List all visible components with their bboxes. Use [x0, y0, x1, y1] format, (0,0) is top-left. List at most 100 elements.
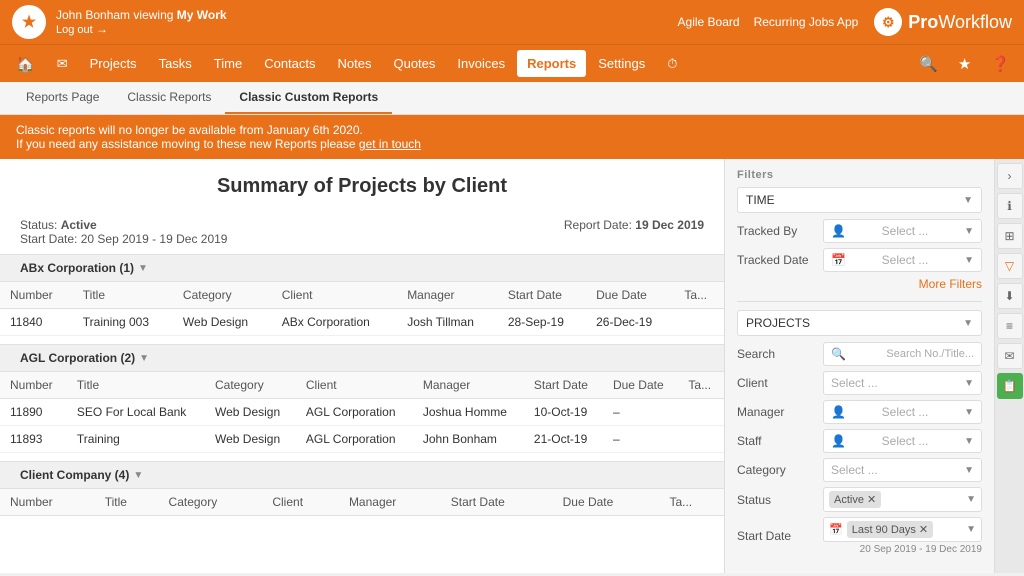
status-chevron: ▼ [966, 494, 976, 505]
staff-placeholder: Select ... [882, 434, 929, 448]
far-right-panel: › ℹ ⊞ ▽ ⬇ ≡ ✉ 📋 [994, 159, 1024, 573]
nav-tasks[interactable]: Tasks [149, 50, 202, 77]
person-icon-2: 👤 [831, 405, 846, 419]
report-header: Summary of Projects by Client [0, 159, 724, 218]
report-title: Summary of Projects by Client [20, 175, 704, 198]
nav-time[interactable]: Time [204, 50, 252, 77]
help-icon[interactable]: ❓ [983, 49, 1018, 79]
star-icon[interactable]: ★ [950, 49, 979, 79]
filters-title: Filters [737, 169, 982, 181]
client-label: Client [737, 376, 817, 390]
recurring-jobs-link[interactable]: Recurring Jobs App [754, 15, 859, 29]
info-button[interactable]: ℹ [997, 193, 1023, 219]
nav-reports[interactable]: Reports [517, 50, 586, 77]
col-manager: Manager [397, 282, 498, 309]
tab-classic-custom-reports[interactable]: Classic Custom Reports [225, 82, 392, 114]
status-input[interactable]: Active ✕ ▼ [823, 487, 982, 512]
category-row: Category Select ... ▼ [737, 458, 982, 482]
agile-board-link[interactable]: Agile Board [678, 15, 740, 29]
nav-clock[interactable]: ⏱ [657, 50, 687, 78]
col-client: Client [272, 282, 397, 309]
report-area: Summary of Projects by Client Status: Ac… [0, 159, 724, 573]
logout-link[interactable]: Log out [56, 24, 93, 36]
group-client-company-chevron: ▼ [133, 470, 143, 481]
report-meta-right: Report Date: 19 Dec 2019 [564, 218, 704, 246]
cell-client: AGL Corporation [296, 399, 413, 426]
cell-title: Training [67, 426, 205, 453]
start-date-chevron: ▼ [966, 524, 976, 535]
download-button[interactable]: ⬇ [997, 283, 1023, 309]
cell-number: 11893 [0, 426, 67, 453]
status-badge: Active ✕ [829, 491, 881, 508]
grid-button[interactable]: ⊞ [997, 223, 1023, 249]
nav-contacts[interactable]: Contacts [254, 50, 325, 77]
col-title: Title [95, 489, 159, 516]
status-label: Status [737, 493, 817, 507]
cell-client: AGL Corporation [296, 426, 413, 453]
category-input[interactable]: Select ... ▼ [823, 458, 982, 482]
col-client: Client [296, 372, 413, 399]
group-client-company[interactable]: Client Company (4) ▼ [0, 461, 724, 488]
start-date-close-icon[interactable]: ✕ [919, 523, 928, 536]
group-agl[interactable]: AGL Corporation (2) ▼ [0, 344, 724, 371]
tab-classic-reports[interactable]: Classic Reports [113, 82, 225, 114]
col-due-date: Due Date [586, 282, 674, 309]
nav-right-icons: 🔍 ★ ❓ [911, 49, 1018, 79]
brand-pre: Pro [908, 12, 938, 32]
col-title: Title [73, 282, 173, 309]
time-filter-dropdown[interactable]: TIME ▼ [737, 187, 982, 213]
tracked-by-input[interactable]: 👤 Select ... ▼ [823, 219, 982, 243]
manager-placeholder: Select ... [882, 405, 929, 419]
col-due-date: Due Date [553, 489, 660, 516]
col-category: Category [159, 489, 263, 516]
email-button[interactable]: ✉ [997, 343, 1023, 369]
header-right: Agile Board Recurring Jobs App ⚙ ProWork… [678, 8, 1012, 36]
status-close-icon[interactable]: ✕ [867, 493, 876, 506]
app-logo: ★ [12, 5, 46, 39]
calendar-icon: 📅 [831, 253, 846, 267]
nav-home[interactable]: 🏠 [6, 49, 45, 79]
more-filters-link[interactable]: More Filters [737, 277, 982, 291]
search-input[interactable]: 🔍 Search No./Title... [823, 342, 982, 366]
nav-projects[interactable]: Projects [80, 50, 147, 77]
nav-settings[interactable]: Settings [588, 50, 655, 77]
filter-button[interactable]: ▽ [997, 253, 1023, 279]
tracked-by-label: Tracked By [737, 224, 817, 238]
start-date-label: Start Date [737, 529, 817, 543]
staff-row: Staff 👤 Select ... ▼ [737, 429, 982, 453]
nav-invoices[interactable]: Invoices [447, 50, 515, 77]
cell-category: Web Design [173, 309, 272, 336]
group-client-company-name: Client Company (4) [20, 468, 129, 482]
group-abx[interactable]: ABx Corporation (1) ▼ [0, 254, 724, 281]
tab-reports-page[interactable]: Reports Page [12, 82, 113, 114]
cell-category: Web Design [205, 399, 296, 426]
start-date-badge: Last 90 Days ✕ [847, 521, 933, 538]
manager-input[interactable]: 👤 Select ... ▼ [823, 400, 982, 424]
nav-mail[interactable]: ✉ [47, 50, 78, 78]
nav-notes[interactable]: Notes [328, 50, 382, 77]
clipboard-button[interactable]: 📋 [997, 373, 1023, 399]
tracked-date-placeholder: Select ... [882, 253, 929, 267]
brand-post: Workflow [938, 12, 1012, 32]
staff-input[interactable]: 👤 Select ... ▼ [823, 429, 982, 453]
user-target: My Work [177, 8, 227, 22]
logout-icon: → [96, 22, 108, 36]
table-row: 11893 Training Web Design AGL Corporatio… [0, 426, 724, 453]
expand-button[interactable]: › [997, 163, 1023, 189]
tracked-date-input[interactable]: 📅 Select ... ▼ [823, 248, 982, 272]
projects-filter-dropdown[interactable]: PROJECTS ▼ [737, 310, 982, 336]
cell-start: 21-Oct-19 [524, 426, 603, 453]
client-input[interactable]: Select ... ▼ [823, 371, 982, 395]
user-action: viewing [133, 8, 173, 22]
list-button[interactable]: ≡ [997, 313, 1023, 339]
search-icon[interactable]: 🔍 [911, 49, 946, 79]
cell-due: 26-Dec-19 [586, 309, 674, 336]
start-date-input[interactable]: 📅 Last 90 Days ✕ ▼ [823, 517, 982, 542]
table-client-company: Number Title Category Client Manager Sta… [0, 488, 724, 516]
alert-line2: If you need any assistance moving to the… [16, 137, 1008, 151]
get-in-touch-link[interactable]: get in touch [359, 137, 421, 151]
tracked-by-chevron: ▼ [964, 226, 974, 237]
col-title: Title [67, 372, 205, 399]
nav-quotes[interactable]: Quotes [383, 50, 445, 77]
group-abx-name: ABx Corporation (1) [20, 261, 134, 275]
